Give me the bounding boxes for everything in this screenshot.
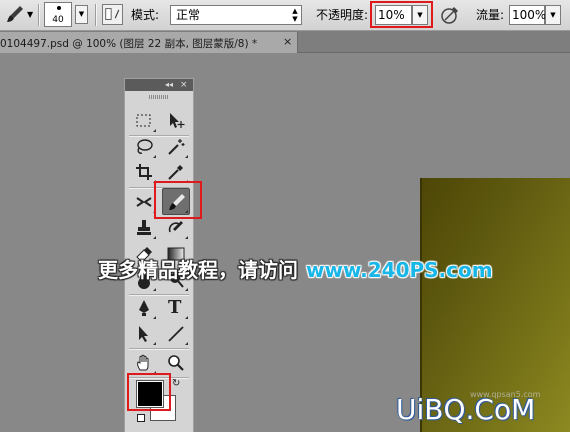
collapse-panel-icon[interactable]: ◂◂: [165, 79, 173, 91]
type-glyph: T: [168, 297, 182, 318]
promo-url: www.240PS.com: [306, 258, 493, 282]
mode-label: 模式:: [131, 8, 160, 22]
color-swatch-highlight-box: [127, 373, 171, 411]
tool-group-corner: [153, 236, 156, 239]
blend-mode-value: 正常: [176, 8, 201, 22]
rectangular-marquee-icon[interactable]: [131, 109, 157, 133]
magic-wand-icon[interactable]: [163, 135, 189, 159]
separator: [95, 4, 96, 26]
blend-mode-select[interactable]: 正常 ▲ ▼: [170, 5, 302, 25]
clone-stamp-icon[interactable]: [131, 216, 157, 240]
flow-dropdown-button[interactable]: ▼: [545, 5, 561, 25]
pressure-opacity-icon[interactable]: [439, 4, 461, 26]
brush-panel-toggle-button[interactable]: [102, 4, 123, 25]
tool-group-corner: [185, 342, 188, 345]
separator: [38, 4, 39, 26]
brush-tool-highlight-box: [154, 181, 202, 219]
document-tab-bar: 0104497.psd @ 100% (图层 22 副本, 图层蒙版/8) * …: [0, 31, 570, 53]
hand-icon[interactable]: [131, 351, 157, 375]
opacity-label: 不透明度:: [316, 8, 369, 22]
default-colors-icon[interactable]: [137, 414, 145, 422]
preset-dropdown-arrow-icon[interactable]: ▼: [27, 10, 37, 20]
tool-group-corner: [185, 316, 188, 319]
tool-group-corner: [185, 236, 188, 239]
opacity-highlight-box: [370, 1, 433, 28]
tool-group-corner: [153, 155, 156, 158]
brush-size-preview[interactable]: 40: [44, 2, 72, 27]
brush-size-value: 40: [52, 15, 64, 25]
zoom-icon[interactable]: [163, 351, 189, 375]
type-icon[interactable]: T: [163, 296, 189, 320]
tool-group-corner: [153, 129, 156, 132]
swap-colors-icon[interactable]: ↻: [172, 378, 180, 389]
pen-icon[interactable]: [131, 296, 157, 320]
close-tab-icon[interactable]: ×: [283, 35, 292, 49]
watermark-logo: UiBQ.CoM: [396, 393, 536, 426]
promo-banner: 更多精品教程，请访问 www.240PS.com: [98, 254, 493, 284]
promo-text: 更多精品教程，请访问: [98, 258, 298, 282]
tool-group-corner: [185, 288, 188, 291]
line-icon[interactable]: [163, 322, 189, 346]
brush-picker-dropdown-button[interactable]: ▼: [75, 5, 88, 24]
tool-group-corner: [153, 288, 156, 291]
document-tab-title: 0104497.psd @ 100% (图层 22 副本, 图层蒙版/8) *: [0, 38, 258, 50]
brush-panel-icon: [105, 8, 120, 20]
flow-input[interactable]: 100%: [509, 5, 546, 25]
tool-group-corner: [153, 342, 156, 345]
divider: [129, 348, 189, 349]
tool-group-corner: [185, 155, 188, 158]
options-bar: ▼ 40 ▼ 模式: 正常 ▲ ▼ 不透明度: 10% ▼ 流量: 100% ▼: [0, 0, 570, 31]
tool-group-corner: [153, 316, 156, 319]
close-panel-icon[interactable]: ×: [180, 79, 188, 91]
path-selection-icon[interactable]: [131, 322, 157, 346]
divider: [129, 294, 189, 295]
brush-tool-preset-icon[interactable]: [4, 3, 26, 25]
panel-grip-handle[interactable]: [149, 95, 169, 99]
history-brush-icon[interactable]: [163, 216, 189, 240]
brush-tip-icon: [57, 6, 61, 10]
document-tab[interactable]: 0104497.psd @ 100% (图层 22 副本, 图层蒙版/8) * …: [0, 32, 298, 53]
lasso-icon[interactable]: [131, 135, 157, 159]
updown-arrows-icon: ▲ ▼: [292, 7, 298, 23]
flow-label: 流量:: [476, 8, 505, 22]
tools-panel-header[interactable]: ◂◂ ×: [125, 79, 193, 91]
move-icon[interactable]: [163, 109, 189, 133]
